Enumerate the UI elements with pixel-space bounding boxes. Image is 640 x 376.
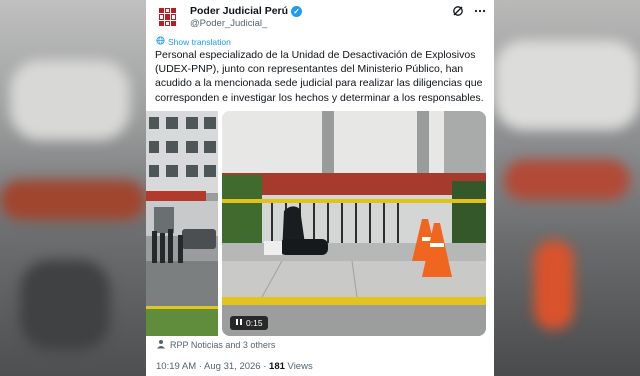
blurred-background-left <box>0 0 146 376</box>
tweet-card: Poder Judicial Perú ✓ @Poder_Judicial_ S… <box>146 0 494 376</box>
tweet-timestamp[interactable]: 10:19 AM · Aug 31, 2026 · <box>156 361 269 372</box>
show-translation-link[interactable]: Show translation <box>156 36 231 47</box>
account-name[interactable]: Poder Judicial Perú ✓ <box>190 5 303 17</box>
grok-icon[interactable] <box>452 5 464 20</box>
tweet-metadata: 10:19 AM · Aug 31, 2026 · 181 Views <box>156 361 313 372</box>
globe-icon <box>156 36 165 47</box>
tweet-media: 0:15 <box>146 111 486 336</box>
views-label: Views <box>284 361 313 372</box>
avatar[interactable] <box>154 3 182 31</box>
tagged-users[interactable]: RPP Noticias and 3 others <box>156 339 275 351</box>
poder-judicial-logo-icon <box>159 8 177 26</box>
video-duration: 0:15 <box>230 316 268 330</box>
verified-badge-icon: ✓ <box>291 5 303 17</box>
tweet-text: Personal especializado de la Unidad de D… <box>155 49 484 104</box>
play-icon[interactable] <box>235 318 243 328</box>
account-handle[interactable]: @Poder_Judicial_ <box>190 18 267 29</box>
blurred-background-right <box>494 0 640 376</box>
tweet-header: Poder Judicial Perú ✓ @Poder_Judicial_ <box>154 2 486 34</box>
person-icon <box>156 339 166 351</box>
video-player[interactable]: 0:15 <box>222 111 486 336</box>
views-count: 181 <box>269 361 285 372</box>
video-thumbnail-building[interactable] <box>146 111 218 336</box>
more-icon[interactable] <box>474 5 486 20</box>
